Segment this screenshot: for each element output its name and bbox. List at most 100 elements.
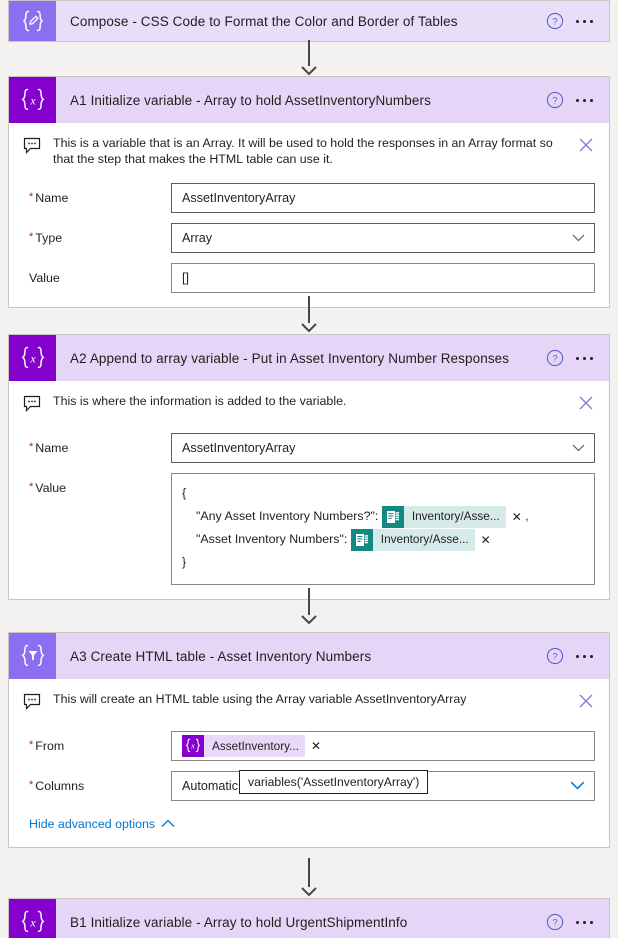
from-input-a3[interactable]: x AssetInventory... ✕ xyxy=(171,731,595,761)
comment-bubble-icon xyxy=(23,137,43,159)
more-options-icon[interactable] xyxy=(574,351,595,366)
card-title-a2: A2 Append to array variable - Put in Ass… xyxy=(70,350,510,366)
chevron-down-icon[interactable] xyxy=(572,231,585,245)
microsoft-forms-icon xyxy=(350,528,373,551)
compose-braces-pencil-icon xyxy=(9,1,56,41)
comment-bubble-icon xyxy=(23,693,43,715)
chevron-down-icon[interactable] xyxy=(572,441,585,455)
card-header-actions-a1: ? xyxy=(546,77,609,123)
flow-step-card-a1[interactable]: x A1 Initialize variable - Array to hold… xyxy=(8,76,610,308)
close-icon[interactable] xyxy=(577,692,595,715)
card-header-actions-a3: ? xyxy=(546,633,609,679)
card-header-a3[interactable]: A3 Create HTML table - Asset Inventory N… xyxy=(9,633,609,679)
svg-text:?: ? xyxy=(552,918,557,929)
connector-a3-to-b1 xyxy=(0,858,618,898)
field-row-name-a1: Name AssetInventoryArray xyxy=(23,183,595,213)
step-comment-text-a1: This is a variable that is an Array. It … xyxy=(53,136,553,166)
card-header-a1[interactable]: x A1 Initialize variable - Array to hold… xyxy=(9,77,609,123)
more-options-icon[interactable] xyxy=(574,649,595,664)
hide-advanced-options-link-a3[interactable]: Hide advanced options xyxy=(29,817,175,831)
field-label-from-a3: From xyxy=(23,731,171,753)
flow-step-card-b1[interactable]: x B1 Initialize variable - Array to hold… xyxy=(8,898,610,938)
dynamic-token-label-2: Inventory/Asse... xyxy=(372,528,475,551)
field-row-value-a2: Value { "Any Asset Inventory Numbers?": xyxy=(23,473,595,585)
data-operations-funnel-icon xyxy=(9,633,56,679)
field-row-value-a1: Value [] xyxy=(23,263,595,293)
help-circle-icon[interactable]: ? xyxy=(546,12,564,30)
json-key-1: "Any Asset Inventory Numbers?": xyxy=(196,509,379,523)
field-row-name-a2: Name AssetInventoryArray xyxy=(23,433,595,463)
card-header-actions-b1: ? xyxy=(546,899,609,938)
variable-value-input-a1[interactable]: [] xyxy=(171,263,595,293)
more-options-icon[interactable] xyxy=(574,14,595,29)
svg-text:?: ? xyxy=(552,17,557,28)
svg-text:x: x xyxy=(190,741,195,751)
variable-name-value-a2: AssetInventoryArray xyxy=(182,441,296,455)
field-label-columns-a3: Columns xyxy=(23,771,171,793)
card-header-compose[interactable]: Compose - CSS Code to Format the Color a… xyxy=(9,1,609,41)
card-header-a2[interactable]: x A2 Append to array variable - Put in A… xyxy=(9,335,609,381)
remove-token-icon[interactable]: ✕ xyxy=(481,534,491,546)
step-comment-a3: This will create an HTML table using the… xyxy=(23,679,595,721)
variable-name-input-a1[interactable]: AssetInventoryArray xyxy=(171,183,595,213)
card-title-compose: Compose - CSS Code to Format the Color a… xyxy=(70,13,458,29)
field-row-from-a3: From x AssetInventory... ✕ xyxy=(23,731,595,761)
variables-braces-x-icon: x xyxy=(9,335,56,381)
field-row-type-a1: Type Array xyxy=(23,223,595,253)
field-label-name-a2: Name xyxy=(23,433,171,455)
flow-step-card-a2[interactable]: x A2 Append to array variable - Put in A… xyxy=(8,334,610,600)
help-circle-icon[interactable]: ? xyxy=(546,647,564,665)
field-label-name-a1: Name xyxy=(23,183,171,205)
help-circle-icon[interactable]: ? xyxy=(546,91,564,109)
more-options-icon[interactable] xyxy=(574,93,595,108)
expression-tooltip-a3: variables('AssetInventoryArray') xyxy=(239,770,429,794)
flow-designer-canvas: Compose - CSS Code to Format the Color a… xyxy=(0,0,618,938)
comment-bubble-icon xyxy=(23,395,43,417)
json-comma: , xyxy=(525,509,529,523)
connector-compose-to-a1 xyxy=(0,40,618,76)
variable-token-a3[interactable]: x AssetInventory... ✕ xyxy=(182,735,321,757)
variable-name-dropdown-a2[interactable]: AssetInventoryArray xyxy=(171,433,595,463)
close-icon[interactable] xyxy=(577,136,595,159)
card-title-a3: A3 Create HTML table - Asset Inventory N… xyxy=(70,648,372,664)
variable-name-value-a1: AssetInventoryArray xyxy=(182,191,296,205)
step-comment-a2: This is where the information is added t… xyxy=(23,381,595,423)
json-pair-1: "Any Asset Inventory Numbers?": Inventor… xyxy=(182,505,584,528)
variables-braces-x-icon: x xyxy=(182,735,204,757)
card-header-b1[interactable]: x B1 Initialize variable - Array to hold… xyxy=(9,899,609,938)
chevron-up-icon xyxy=(161,817,175,831)
remove-token-icon[interactable]: ✕ xyxy=(311,740,321,752)
variables-braces-x-icon: x xyxy=(9,77,56,123)
svg-text:x: x xyxy=(29,352,36,366)
more-options-icon[interactable] xyxy=(574,915,595,930)
columns-value-a3: Automatic xyxy=(182,779,238,793)
variable-token-label-a3: AssetInventory... xyxy=(204,735,305,757)
json-key-2: "Asset Inventory Numbers": xyxy=(196,532,348,546)
close-icon[interactable] xyxy=(577,394,595,417)
variable-type-dropdown-a1[interactable]: Array xyxy=(171,223,595,253)
remove-token-icon[interactable]: ✕ xyxy=(512,511,522,523)
step-comment-a1: This is a variable that is an Array. It … xyxy=(23,123,595,173)
dynamic-content-token-2[interactable]: Inventory/Asse... ✕ xyxy=(350,528,491,551)
help-circle-icon[interactable]: ? xyxy=(546,913,564,931)
flow-step-card-compose[interactable]: Compose - CSS Code to Format the Color a… xyxy=(8,0,610,42)
variables-braces-x-icon: x xyxy=(9,899,56,938)
card-body-a2: This is where the information is added t… xyxy=(9,381,609,599)
json-open-brace: { xyxy=(182,486,187,500)
card-body-a1: This is a variable that is an Array. It … xyxy=(9,123,609,307)
svg-text:x: x xyxy=(29,94,36,108)
step-comment-text-a3: This will create an HTML table using the… xyxy=(53,692,467,706)
append-value-editor-a2[interactable]: { "Any Asset Inventory Numbers?": Invent… xyxy=(171,473,595,585)
dynamic-content-token-1[interactable]: Inventory/Asse... ✕ xyxy=(381,505,522,528)
svg-text:?: ? xyxy=(552,96,557,107)
svg-text:x: x xyxy=(29,916,36,930)
card-header-actions-a2: ? xyxy=(546,335,609,381)
flow-step-card-a3[interactable]: A3 Create HTML table - Asset Inventory N… xyxy=(8,632,610,848)
hide-advanced-options-label: Hide advanced options xyxy=(29,817,156,831)
variable-type-value-a1: Array xyxy=(182,231,213,245)
help-circle-icon[interactable]: ? xyxy=(546,349,564,367)
chevron-down-icon[interactable] xyxy=(570,779,585,793)
step-comment-text-a2: This is where the information is added t… xyxy=(53,394,347,408)
dynamic-token-label-1: Inventory/Asse... xyxy=(403,505,506,528)
json-pair-2: "Asset Inventory Numbers": Inventory/Ass… xyxy=(182,528,584,551)
